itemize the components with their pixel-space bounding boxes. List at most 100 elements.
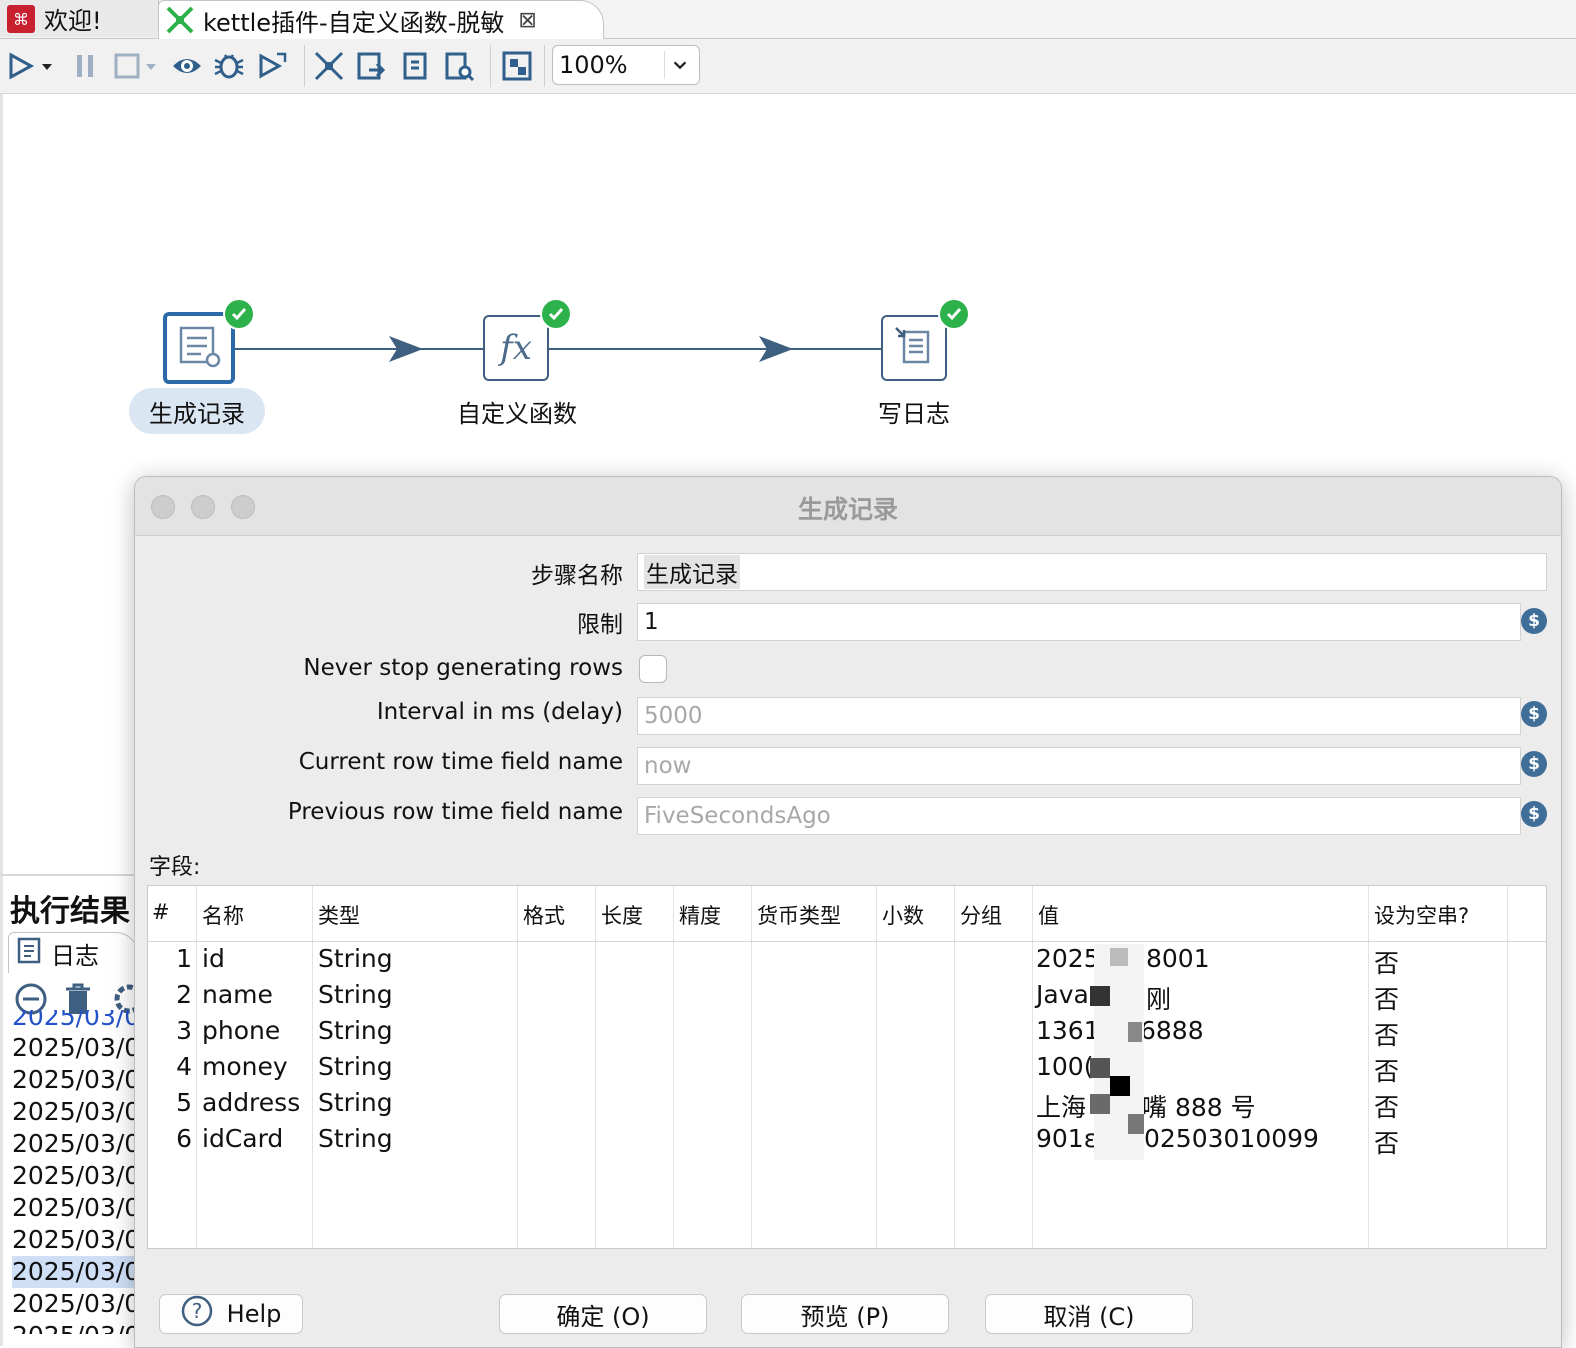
field-type-cell[interactable]: String <box>318 944 393 973</box>
set-empty-cell[interactable]: 否 <box>1374 1124 1399 1160</box>
field-name-cell[interactable]: phone <box>202 1016 280 1045</box>
column-header[interactable]: 设为空串? <box>1374 900 1469 930</box>
log-line: 2025/03/0 <box>12 1289 137 1318</box>
close-tab-icon[interactable]: ⊠ <box>518 8 536 33</box>
log-line: 2025/03/0 <box>12 1161 137 1190</box>
log-line-selected: 2025/03/0 <box>12 1256 137 1288</box>
replay-icon[interactable] <box>256 49 290 83</box>
field-type-cell[interactable]: String <box>318 1088 393 1117</box>
column-header[interactable]: 货币类型 <box>757 900 841 930</box>
interval-input[interactable]: 5000 <box>637 697 1521 735</box>
column-header[interactable]: 格式 <box>523 900 565 930</box>
fields-grid[interactable]: # 名称 类型 格式 长度 精度 货币类型 小数 分组 值 设为空串? 1 id… <box>147 885 1547 1249</box>
set-empty-cell[interactable]: 否 <box>1374 1052 1399 1088</box>
ok-button[interactable]: 确定 (O) <box>499 1294 707 1334</box>
field-value-cell[interactable]: 2025 <box>1036 944 1100 973</box>
field-name-cell[interactable]: money <box>202 1052 288 1081</box>
field-name-cell[interactable]: name <box>202 980 273 1009</box>
stop-icon[interactable] <box>110 49 144 83</box>
step-write-log[interactable] <box>881 315 947 381</box>
field-type-cell[interactable]: String <box>318 1016 393 1045</box>
field-value-cell[interactable]: 8001 <box>1146 944 1210 973</box>
variable-icon[interactable]: $ <box>1521 801 1547 827</box>
show-results-icon[interactable] <box>500 49 534 83</box>
field-value-cell[interactable]: 02503010099 <box>1144 1124 1319 1153</box>
set-empty-cell[interactable]: 否 <box>1374 980 1399 1016</box>
masked-pixel <box>1110 948 1128 966</box>
pause-icon[interactable] <box>68 49 102 83</box>
column-header[interactable]: 值 <box>1038 900 1059 930</box>
field-value-cell[interactable]: 6888 <box>1140 1016 1204 1045</box>
column-header[interactable]: 精度 <box>679 900 721 930</box>
hop-line[interactable] <box>549 348 881 350</box>
log-line: 2025/03/0 <box>12 1129 137 1158</box>
field-value-cell[interactable]: 嘴 888 号 <box>1142 1088 1256 1124</box>
field-value-cell[interactable]: 1361 <box>1036 1016 1100 1045</box>
step-name-value: 生成记录 <box>644 555 740 589</box>
log-line: 2025/03/0 <box>12 1010 137 1031</box>
field-type-cell[interactable]: String <box>318 1124 393 1153</box>
run-dropdown-icon[interactable] <box>38 49 56 83</box>
hop-line[interactable] <box>233 348 483 350</box>
explore-db-icon[interactable] <box>442 49 476 83</box>
field-type-cell[interactable]: String <box>318 1052 393 1081</box>
field-value-cell[interactable]: 100( <box>1036 1052 1093 1081</box>
impact-icon[interactable] <box>354 49 388 83</box>
cancel-button[interactable]: 取消 (C) <box>985 1294 1193 1334</box>
transformation-icon <box>165 5 195 35</box>
field-type-cell[interactable]: String <box>318 980 393 1009</box>
zoom-select[interactable]: 100% <box>552 45 700 85</box>
set-empty-cell[interactable]: 否 <box>1374 1088 1399 1124</box>
step-ok-check-icon <box>223 298 255 330</box>
log-output[interactable]: 2025/03/0 2025/03/0 2025/03/0 2025/03/0 … <box>12 1010 137 1334</box>
step-name-input[interactable]: 生成记录 <box>637 553 1547 591</box>
run-icon[interactable] <box>4 49 38 83</box>
step-generate-rows[interactable] <box>163 312 235 384</box>
debug-bug-icon[interactable] <box>212 49 246 83</box>
limit-label: 限制 <box>577 612 623 638</box>
sql-icon[interactable] <box>398 49 432 83</box>
masked-pixel <box>1128 1022 1142 1042</box>
field-value-cell[interactable]: 上海 <box>1036 1088 1086 1124</box>
stop-dropdown-icon[interactable] <box>142 49 160 83</box>
variable-icon[interactable]: $ <box>1521 751 1547 777</box>
step-user-defined-function[interactable]: fx <box>483 315 549 381</box>
never-stop-checkbox[interactable] <box>639 655 667 683</box>
preview-eye-icon[interactable] <box>170 49 204 83</box>
column-header[interactable]: # <box>152 900 192 924</box>
tab-welcome[interactable]: ⌘ 欢迎! <box>0 0 159 37</box>
field-value-cell[interactable]: Java <box>1036 980 1089 1009</box>
field-value-cell[interactable]: 刚 <box>1146 980 1171 1016</box>
variable-icon[interactable]: $ <box>1521 608 1547 634</box>
field-name-cell[interactable]: address <box>202 1088 300 1117</box>
preview-button[interactable]: 预览 (P) <box>741 1294 949 1334</box>
column-header[interactable]: 长度 <box>601 900 643 930</box>
column-header[interactable]: 分组 <box>960 900 1002 930</box>
column-header[interactable]: 类型 <box>318 900 360 930</box>
step-ok-check-icon <box>938 298 970 330</box>
variable-icon[interactable]: $ <box>1521 701 1547 727</box>
field-value-cell[interactable]: 901ε <box>1036 1124 1097 1153</box>
help-button[interactable]: ? Help <box>159 1294 303 1334</box>
column-header[interactable]: 名称 <box>202 900 244 930</box>
set-empty-cell[interactable]: 否 <box>1374 944 1399 980</box>
generate-rows-icon <box>175 322 223 374</box>
step-ok-check-icon <box>540 298 572 330</box>
tab-transformation[interactable]: kettle插件-自定义函数-脱敏 ⊠ <box>158 0 604 39</box>
step-label: 自定义函数 <box>457 400 577 428</box>
column-header[interactable]: 小数 <box>882 900 924 930</box>
field-name-cell[interactable]: id <box>202 944 225 973</box>
set-empty-cell[interactable]: 否 <box>1374 1016 1399 1052</box>
verify-icon[interactable] <box>312 49 346 83</box>
field-name-cell[interactable]: idCard <box>202 1124 283 1153</box>
hop-arrow-icon <box>389 336 423 366</box>
limit-input[interactable]: 1 <box>637 603 1521 641</box>
previous-time-label: Previous row time field name <box>287 799 623 825</box>
write-log-icon <box>892 324 936 372</box>
current-time-input[interactable]: now <box>637 747 1521 785</box>
results-title: 执行结果 <box>10 894 130 929</box>
editor-tab-bar: ⌘ 欢迎! kettle插件-自定义函数-脱敏 ⊠ <box>0 0 1576 39</box>
previous-time-input[interactable]: FiveSecondsAgo <box>637 797 1521 835</box>
hop-arrow-icon <box>759 336 793 366</box>
tab-log[interactable]: 日志 <box>8 932 138 973</box>
